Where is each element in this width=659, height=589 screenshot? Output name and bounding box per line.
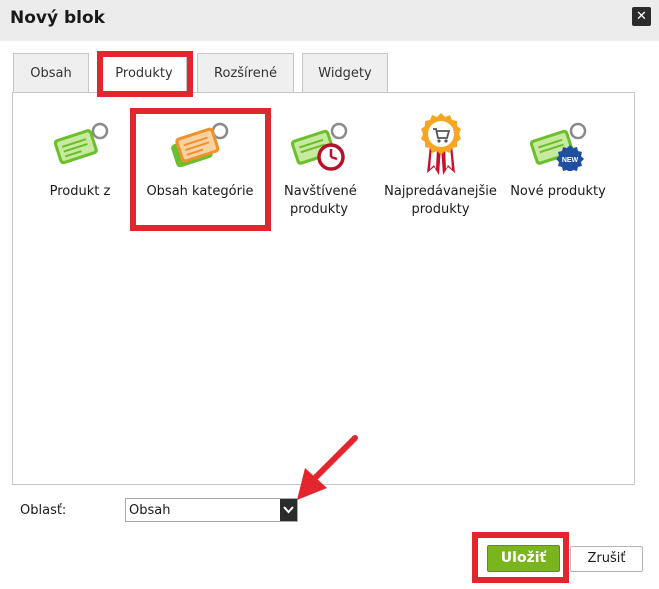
block-label: Najpredávanejšie produkty <box>384 184 497 217</box>
new-badge-text: NEW <box>562 157 579 164</box>
tag-new-icon: NEW <box>529 122 587 171</box>
orange-tag-icon <box>171 122 229 167</box>
tab-produkty[interactable]: Produkty <box>101 53 187 94</box>
dialog-titlebar: Nový blok ✕ <box>0 0 659 41</box>
block-label: Obsah kategórie <box>146 184 254 199</box>
save-button[interactable]: Uložiť <box>487 545 560 572</box>
tab-obsah[interactable]: Obsah <box>13 53 89 93</box>
dialog-title: Nový blok <box>10 8 105 28</box>
award-cart-icon <box>420 113 461 175</box>
close-icon: ✕ <box>636 9 647 24</box>
annotation-arrow-icon <box>297 435 358 500</box>
green-tag-icon <box>53 122 109 165</box>
area-select[interactable]: Obsah <box>125 498 298 522</box>
tag-clock-icon <box>290 122 348 171</box>
close-button[interactable]: ✕ <box>632 7 651 26</box>
block-najpredavanejsie-produkty[interactable]: Najpredávanejšie produkty <box>378 93 503 223</box>
tab-rozsirene[interactable]: Rozšírené <box>197 53 294 93</box>
block-obsah-kategorie[interactable]: Obsah kategórie <box>141 93 259 213</box>
block-nove-produkty[interactable]: NEW Nové produkty <box>508 93 608 213</box>
blocks-panel: Produkt z Obsah kategórie Navštívené pro… <box>12 92 635 485</box>
block-label: Navštívené produkty <box>284 184 357 217</box>
tab-widgety[interactable]: Widgety <box>302 53 388 93</box>
cancel-button[interactable]: Zrušiť <box>570 546 643 572</box>
area-select-value: Obsah <box>129 503 171 518</box>
block-produkt-z[interactable]: Produkt z <box>35 93 125 213</box>
block-label: Produkt z <box>49 184 111 199</box>
block-label: Nové produkty <box>510 184 606 199</box>
block-navstivene-produkty[interactable]: Navštívené produkty <box>275 93 363 223</box>
area-label: Oblasť: <box>20 503 67 518</box>
